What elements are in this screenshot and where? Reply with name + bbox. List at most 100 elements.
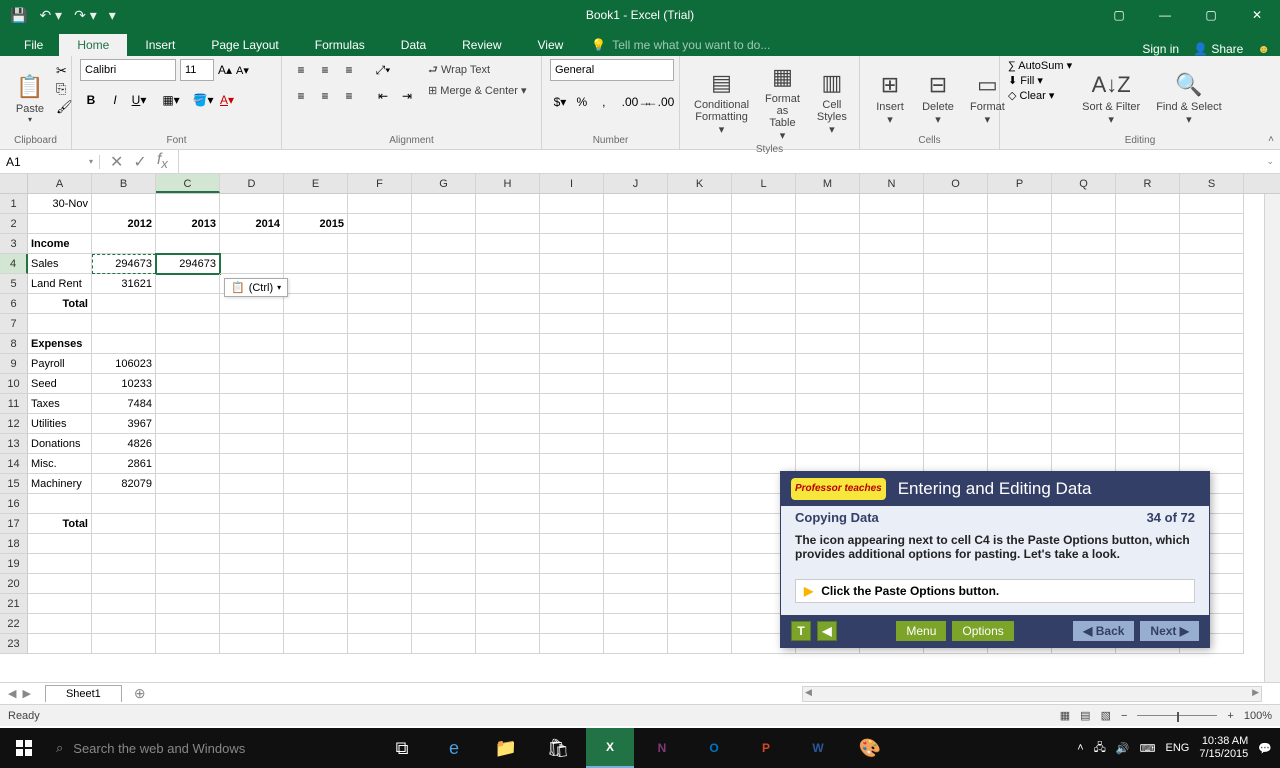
cell-G2[interactable] (412, 214, 476, 234)
cell-F16[interactable] (348, 494, 412, 514)
cell-I6[interactable] (540, 294, 604, 314)
cell-F23[interactable] (348, 634, 412, 654)
cell-B7[interactable] (92, 314, 156, 334)
row-header-9[interactable]: 9 (0, 354, 28, 374)
fill-button[interactable]: ⬇ Fill ▾ (1008, 74, 1072, 87)
cell-R7[interactable] (1116, 314, 1180, 334)
cell-B23[interactable] (92, 634, 156, 654)
cell-K13[interactable] (668, 434, 732, 454)
cell-H9[interactable] (476, 354, 540, 374)
cell-A3[interactable]: Income (28, 234, 92, 254)
cell-H5[interactable] (476, 274, 540, 294)
cell-N8[interactable] (860, 334, 924, 354)
cell-P10[interactable] (988, 374, 1052, 394)
taskbar-search[interactable]: ⌕ Search the web and Windows (48, 740, 378, 756)
align-top-icon[interactable]: ≡ (290, 59, 312, 81)
cell-S6[interactable] (1180, 294, 1244, 314)
cell-H22[interactable] (476, 614, 540, 634)
cell-B12[interactable]: 3967 (92, 414, 156, 434)
cell-E22[interactable] (284, 614, 348, 634)
col-header-D[interactable]: D (220, 174, 284, 193)
cell-Q11[interactable] (1052, 394, 1116, 414)
cell-F1[interactable] (348, 194, 412, 214)
cell-P11[interactable] (988, 394, 1052, 414)
cell-K6[interactable] (668, 294, 732, 314)
cell-L12[interactable] (732, 414, 796, 434)
col-header-B[interactable]: B (92, 174, 156, 193)
start-button[interactable] (0, 728, 48, 768)
col-header-J[interactable]: J (604, 174, 668, 193)
cell-G22[interactable] (412, 614, 476, 634)
cell-E3[interactable] (284, 234, 348, 254)
cell-D15[interactable] (220, 474, 284, 494)
cell-Q9[interactable] (1052, 354, 1116, 374)
tab-data[interactable]: Data (383, 34, 444, 56)
row-header-8[interactable]: 8 (0, 334, 28, 354)
cell-H15[interactable] (476, 474, 540, 494)
cell-B21[interactable] (92, 594, 156, 614)
cell-D4[interactable] (220, 254, 284, 274)
cell-A8[interactable]: Expenses (28, 334, 92, 354)
cell-P8[interactable] (988, 334, 1052, 354)
cell-J6[interactable] (604, 294, 668, 314)
align-bottom-icon[interactable]: ≡ (338, 59, 360, 81)
col-header-E[interactable]: E (284, 174, 348, 193)
cell-G7[interactable] (412, 314, 476, 334)
expand-formula-bar-icon[interactable]: ⌄ (1260, 156, 1280, 167)
cell-G16[interactable] (412, 494, 476, 514)
cell-S10[interactable] (1180, 374, 1244, 394)
paint-icon[interactable]: 🎨 (846, 728, 894, 768)
decrease-decimal-icon[interactable]: ←.00 (649, 91, 671, 113)
cell-D7[interactable] (220, 314, 284, 334)
row-header-16[interactable]: 16 (0, 494, 28, 514)
find-select-button[interactable]: 🔍Find & Select▾ (1150, 59, 1227, 135)
cell-C23[interactable] (156, 634, 220, 654)
cell-A9[interactable]: Payroll (28, 354, 92, 374)
cell-H7[interactable] (476, 314, 540, 334)
row-header-18[interactable]: 18 (0, 534, 28, 554)
insert-cells-button[interactable]: ⊞Insert▾ (868, 59, 912, 135)
cell-A6[interactable]: Total (28, 294, 92, 314)
cell-K16[interactable] (668, 494, 732, 514)
cell-J16[interactable] (604, 494, 668, 514)
cell-styles-button[interactable]: ▥Cell Styles▾ (810, 59, 854, 144)
cell-C15[interactable] (156, 474, 220, 494)
cell-H16[interactable] (476, 494, 540, 514)
sort-filter-button[interactable]: A↓ZSort & Filter▾ (1076, 59, 1146, 135)
cell-J11[interactable] (604, 394, 668, 414)
cell-F12[interactable] (348, 414, 412, 434)
cell-Q8[interactable] (1052, 334, 1116, 354)
tab-insert[interactable]: Insert (127, 34, 193, 56)
cell-E8[interactable] (284, 334, 348, 354)
cell-A4[interactable]: Sales (28, 254, 92, 274)
cell-G20[interactable] (412, 574, 476, 594)
cell-K20[interactable] (668, 574, 732, 594)
row-header-5[interactable]: 5 (0, 274, 28, 294)
cell-P2[interactable] (988, 214, 1052, 234)
cell-E2[interactable]: 2015 (284, 214, 348, 234)
cell-A21[interactable] (28, 594, 92, 614)
align-right-icon[interactable]: ≡ (338, 85, 360, 107)
cell-P9[interactable] (988, 354, 1052, 374)
font-color-icon[interactable]: A▾ (216, 89, 238, 111)
cell-N13[interactable] (860, 434, 924, 454)
smiley-icon[interactable]: ☻ (1257, 42, 1270, 56)
cell-N7[interactable] (860, 314, 924, 334)
paste-options-button[interactable]: 📋 (Ctrl) ▾ (224, 278, 288, 297)
cell-G5[interactable] (412, 274, 476, 294)
cell-I2[interactable] (540, 214, 604, 234)
cell-G6[interactable] (412, 294, 476, 314)
row-header-2[interactable]: 2 (0, 214, 28, 234)
conditional-formatting-button[interactable]: ▤Conditional Formatting▾ (688, 59, 755, 144)
comma-icon[interactable]: , (594, 91, 614, 113)
action-center-icon[interactable]: 💬 (1258, 742, 1272, 755)
cell-F10[interactable] (348, 374, 412, 394)
cell-Q6[interactable] (1052, 294, 1116, 314)
cell-I20[interactable] (540, 574, 604, 594)
cell-S5[interactable] (1180, 274, 1244, 294)
network-icon[interactable]: 🖧 (1094, 739, 1106, 758)
cell-C6[interactable] (156, 294, 220, 314)
cell-M13[interactable] (796, 434, 860, 454)
row-header-20[interactable]: 20 (0, 574, 28, 594)
cell-K21[interactable] (668, 594, 732, 614)
